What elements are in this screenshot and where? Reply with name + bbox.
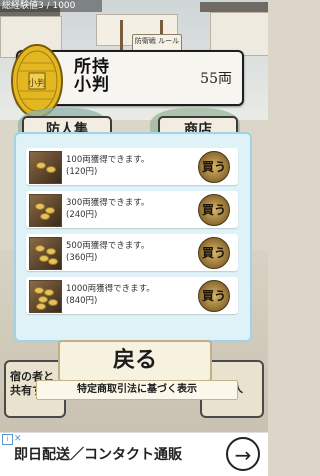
coin-label-line1: 所持 (74, 57, 110, 77)
coin-box-icon (29, 237, 62, 270)
shop-item: 500両獲得できます。 (360円) 買う (26, 234, 238, 271)
shop-item-desc: 500両獲得できます。 (66, 241, 150, 251)
coin-amount: 55両 (200, 71, 232, 87)
back-button[interactable]: 戻る (58, 340, 212, 382)
shop-item-price: (120円) (66, 167, 98, 177)
commercial-law-link[interactable]: 特定商取引法に基づく表示 (36, 380, 238, 400)
ad-close-icon[interactable]: ✕ (14, 434, 22, 444)
coin-label: 所持 小判 (74, 58, 114, 94)
coin-box-icon (29, 151, 62, 184)
roof-right (200, 2, 268, 12)
shop-item: 1000両獲得できます。 (840円) 買う (26, 277, 238, 314)
shop-item-price: (840円) (66, 296, 98, 306)
buy-button[interactable]: 買う (198, 194, 230, 226)
shop-item: 300両獲得できます。 (240円) 買う (26, 191, 238, 228)
shop-item-text: 300両獲得できます。 (240円) (66, 197, 149, 221)
coin-box-icon (29, 280, 62, 313)
koban-text: 小判 (28, 77, 46, 89)
coin-label-line2: 小判 (74, 75, 110, 95)
buy-button[interactable]: 買う (198, 237, 230, 269)
ad-info-icon[interactable]: i (2, 434, 13, 445)
experience-counter: 総経験値3 / 1000 (0, 0, 102, 12)
shop-item-price: (240円) (66, 210, 98, 220)
shop-item-desc: 100両獲得できます。 (66, 155, 150, 165)
shop-item-desc: 300両獲得できます。 (66, 198, 150, 208)
buy-button[interactable]: 買う (198, 151, 230, 183)
buy-button[interactable]: 買う (198, 280, 230, 312)
shop-dialog: 100両獲得できます。 (120円) 買う 300両獲得できます。 (240円)… (14, 132, 252, 342)
wood-beam (120, 20, 123, 50)
ad-text: 即日配送／コンタクト通販 (14, 447, 182, 463)
shop-item-text: 500両獲得できます。 (360円) (66, 240, 149, 264)
shop-item: 100両獲得できます。 (120円) 買う (26, 148, 238, 185)
shop-item-desc: 1000両獲得できます。 (66, 284, 155, 294)
shop-item-text: 100両獲得できます。 (120円) (66, 154, 149, 178)
shop-item-text: 1000両獲得できます。 (840円) (66, 283, 155, 307)
shop-item-price: (360円) (66, 253, 98, 263)
coin-box-icon (29, 194, 62, 227)
arrow-right-icon[interactable]: → (226, 437, 260, 471)
